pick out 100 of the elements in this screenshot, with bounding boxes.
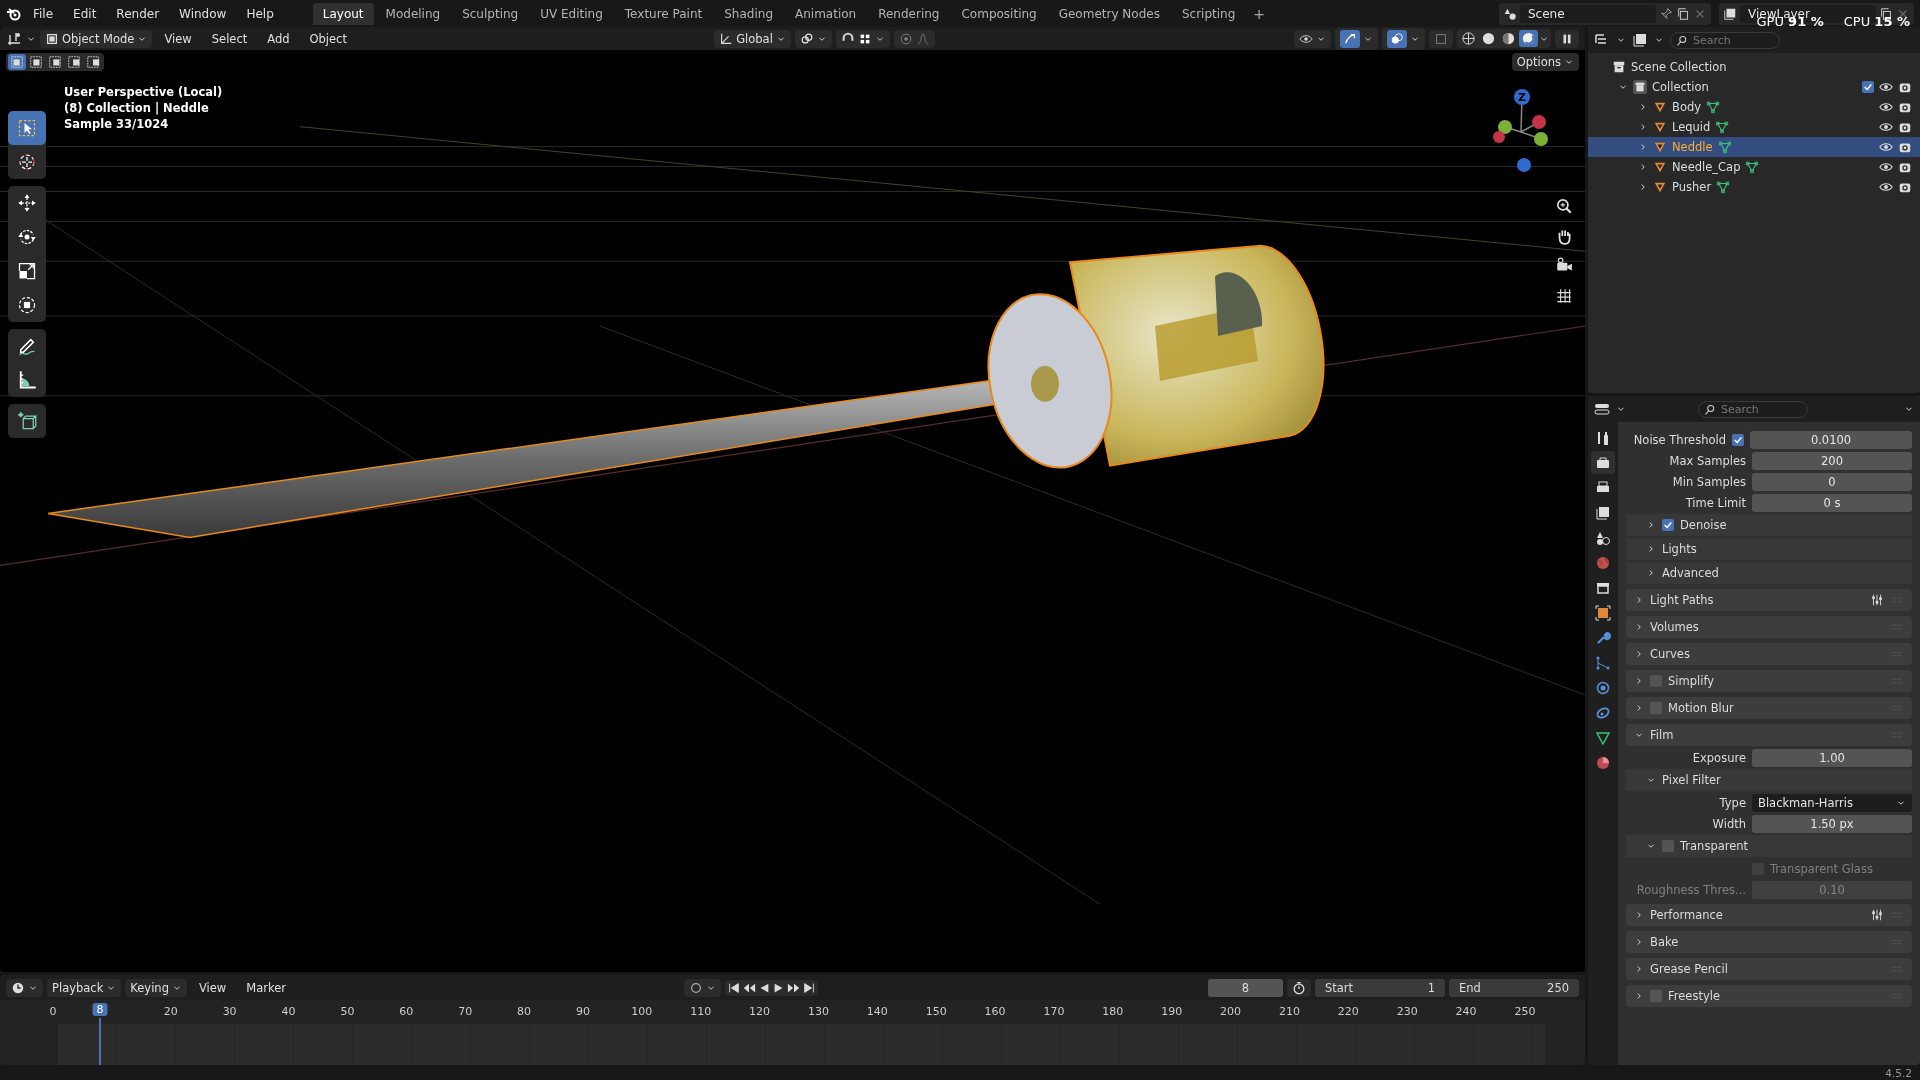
menu-dropdown[interactable]: Keying [125, 978, 187, 997]
panel-header[interactable]: Grease Pencil [1626, 958, 1912, 980]
menu-item[interactable]: Object [301, 29, 355, 48]
workspace-tab[interactable]: Layout [312, 2, 374, 25]
checkbox[interactable] [1662, 519, 1674, 531]
number-field[interactable]: 1.00 [1752, 748, 1912, 767]
jump-end-icon[interactable] [802, 980, 816, 995]
menu-item[interactable]: Select [203, 29, 256, 48]
menu-item[interactable]: Add [259, 29, 298, 48]
image-stack-icon[interactable] [1632, 32, 1648, 48]
tool-button[interactable] [8, 111, 46, 145]
selection-mode-button[interactable] [8, 54, 26, 70]
workspace-tab[interactable]: Geometry Nodes [1048, 2, 1170, 25]
checkbox[interactable] [1732, 433, 1744, 446]
panel-title[interactable]: Volumes [1650, 620, 1699, 634]
menu-item[interactable]: View [190, 978, 235, 997]
panel-title[interactable]: Freestyle [1668, 989, 1720, 1003]
eye-icon[interactable] [1879, 120, 1893, 134]
menu-item[interactable]: Marker [238, 978, 294, 997]
xray-toggle[interactable] [1429, 29, 1453, 48]
presets-sliders-icon[interactable] [1870, 593, 1884, 607]
tree-item-row[interactable]: Pusher [1588, 177, 1920, 197]
subpanel-title[interactable]: Denoise [1680, 518, 1727, 532]
panel-header[interactable]: Volumes [1626, 616, 1912, 638]
snap-dropdown[interactable] [835, 29, 890, 48]
panel-title[interactable]: Performance [1650, 908, 1723, 922]
presets-sliders-icon[interactable] [1870, 908, 1884, 922]
pause-button[interactable] [1555, 29, 1579, 48]
panel-header[interactable]: Curves [1626, 643, 1912, 665]
zoom-icon[interactable] [1555, 197, 1573, 215]
stopwatch-toggle[interactable] [1287, 978, 1311, 997]
menu-item[interactable]: Edit [64, 3, 106, 24]
current-frame-field[interactable]: 8 [1208, 978, 1283, 997]
eye-icon[interactable] [1879, 140, 1893, 154]
workspace-tab[interactable]: Animation [785, 2, 867, 25]
tree-item-row[interactable]: Neddle [1588, 137, 1920, 157]
subpanel-title[interactable]: Pixel Filter [1662, 773, 1721, 787]
workspace-tab[interactable]: Compositing [951, 2, 1047, 25]
timeline-track[interactable] [58, 1024, 1545, 1065]
editor-type-icon[interactable] [6, 30, 22, 47]
image-stack-icon[interactable] [1723, 6, 1737, 21]
panel-title[interactable]: Film [1650, 728, 1674, 742]
start-frame-field[interactable]: Start 1 [1315, 978, 1445, 997]
selection-mode-button[interactable] [27, 54, 45, 70]
workspace-tab[interactable]: Shading [714, 2, 783, 25]
gizmo-toggle[interactable] [1335, 27, 1378, 50]
selection-mode-button[interactable] [46, 54, 64, 70]
orientation-dropdown[interactable]: Global [714, 29, 791, 48]
copy-icon[interactable] [1676, 6, 1690, 21]
search-field[interactable]: Search [1670, 31, 1780, 49]
visibility-dropdown[interactable] [1294, 29, 1331, 48]
tree-item-row[interactable]: Body [1588, 97, 1920, 117]
panel-title[interactable]: Light Paths [1650, 593, 1714, 607]
properties-editor-icon[interactable] [1594, 401, 1610, 417]
selection-mode-button[interactable] [84, 54, 102, 70]
menu-item[interactable]: View [156, 29, 200, 48]
panel-title[interactable]: Simplify [1668, 674, 1715, 688]
menu-item[interactable]: File [24, 3, 63, 24]
subpanel-title[interactable]: Lights [1662, 542, 1697, 556]
workspace-tab[interactable]: Texture Paint [614, 2, 713, 25]
menu-dropdown[interactable]: Playback [47, 978, 122, 997]
menu-item[interactable]: Render [107, 3, 169, 24]
menu-item[interactable]: Help [237, 3, 283, 24]
selection-mode-button[interactable] [65, 54, 83, 70]
tree-item[interactable]: Pusher [1672, 180, 1712, 194]
add-workspace-button[interactable]: + [1247, 3, 1272, 24]
number-field[interactable]: 200 [1752, 451, 1912, 470]
workspace-tab[interactable]: Rendering [868, 2, 950, 25]
panel-header[interactable]: Bake [1626, 931, 1912, 953]
panel-header[interactable]: Motion Blur [1626, 697, 1912, 719]
filter-type-dropdown[interactable]: Blackman-Harris [1752, 793, 1912, 812]
jump-start-icon[interactable] [727, 980, 741, 995]
proportional-edit-button[interactable] [893, 29, 935, 48]
mode-dropdown[interactable]: Object Mode [40, 29, 153, 48]
shading-button[interactable] [1459, 30, 1478, 47]
workspace-tab[interactable]: UV Editing [530, 2, 613, 25]
tree-item[interactable]: Needle_Cap [1672, 160, 1741, 174]
scene-shapes-icon[interactable] [1503, 6, 1517, 21]
eye-icon[interactable] [1879, 180, 1893, 194]
tree-item[interactable]: Collection [1652, 80, 1709, 94]
panel-title[interactable]: Grease Pencil [1650, 962, 1728, 976]
tree-item[interactable]: Body [1672, 100, 1702, 114]
pin-icon[interactable] [1659, 6, 1673, 21]
workspace-tab[interactable]: Scripting [1171, 2, 1246, 25]
editor-type-dropdown[interactable] [6, 978, 43, 997]
subpanel-title[interactable]: Advanced [1662, 566, 1719, 580]
tree-item[interactable]: Scene Collection [1631, 60, 1727, 74]
panel-header[interactable]: Performance [1626, 904, 1912, 926]
tree-item[interactable]: Lequid [1672, 120, 1711, 134]
shading-button[interactable] [1519, 30, 1538, 47]
workspace-tab[interactable]: Sculpting [452, 2, 529, 25]
options-dropdown[interactable]: Options [1511, 53, 1579, 71]
checkbox[interactable] [1862, 81, 1874, 93]
eye-icon[interactable] [1879, 80, 1893, 94]
end-frame-field[interactable]: End 250 [1449, 978, 1579, 997]
number-field[interactable]: 0.0100 [1750, 430, 1912, 449]
auto-keying-toggle[interactable] [684, 978, 721, 997]
tree-item[interactable]: Neddle [1672, 140, 1713, 154]
checkbox[interactable] [1662, 840, 1674, 852]
panel-header[interactable]: Freestyle [1626, 985, 1912, 1007]
